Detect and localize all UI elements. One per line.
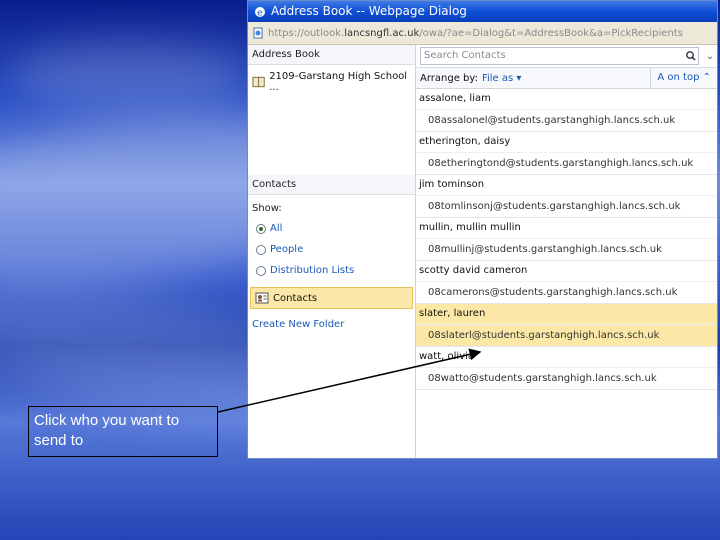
contacts-folder[interactable]: Contacts [250, 287, 413, 309]
dialog-titlebar[interactable]: e Address Book -- Webpage Dialog [248, 1, 717, 22]
contact-name[interactable]: watt, olivia [416, 347, 717, 368]
filter-people-label: People [270, 244, 304, 255]
contact-email[interactable]: 08camerons@students.garstanghigh.lancs.s… [416, 282, 717, 304]
chevron-down-icon[interactable]: ⌄ [703, 51, 717, 62]
contact-email[interactable]: 08etheringtond@students.garstanghigh.lan… [416, 153, 717, 175]
show-label: Show: [252, 203, 282, 214]
contact-row[interactable]: scotty david cameron 08camerons@students.… [416, 261, 717, 304]
page-icon [253, 27, 263, 39]
create-new-folder-link[interactable]: Create New Folder [248, 309, 415, 340]
contacts-header: Contacts [248, 175, 415, 195]
url-text: https://outlook.lancsngfl.ac.uk/owa/?ae=… [268, 27, 683, 39]
contact-row[interactable]: etherington, daisy 08etheringtond@student… [416, 132, 717, 175]
address-book-item[interactable]: 2109-Garstang High School ... [248, 65, 415, 99]
address-book-header: Address Book [248, 45, 415, 65]
svg-text:e: e [257, 8, 263, 18]
dialog-title: Address Book -- Webpage Dialog [271, 4, 467, 18]
arrange-dropdown[interactable]: File as ▾ [482, 73, 521, 84]
radio-all[interactable] [256, 223, 266, 234]
contact-email[interactable]: 08slaterl@students.garstanghigh.lancs.sc… [416, 325, 717, 347]
contacts-card-icon [255, 292, 269, 304]
contact-name[interactable]: assalone, liam [416, 89, 717, 110]
contact-row[interactable]: mullin, mullin mullin 08mullinj@students.… [416, 218, 717, 261]
radio-people[interactable] [256, 244, 266, 255]
contact-name[interactable]: etherington, daisy [416, 132, 717, 153]
address-book-dialog: e Address Book -- Webpage Dialog https:/… [247, 0, 718, 459]
filter-people[interactable]: People [248, 239, 415, 260]
contact-email[interactable]: 08assalonel@students.garstanghigh.lancs.… [416, 110, 717, 132]
instruction-callout: Click who you want to send to [28, 406, 218, 457]
arrange-label: Arrange by: [420, 72, 478, 84]
contact-list: assalone, liam 08assalonel@students.garst… [416, 89, 717, 390]
contact-email[interactable]: 08tomlinsonj@students.garstanghigh.lancs… [416, 196, 717, 218]
address-bar: https://outlook.lancsngfl.ac.uk/owa/?ae=… [248, 22, 717, 45]
contact-email[interactable]: 08mullinj@students.garstanghigh.lancs.sc… [416, 239, 717, 261]
ie-icon: e [255, 6, 265, 18]
arrange-bar: Arrange by: File as ▾ A on top ⌃ [416, 68, 717, 89]
address-book-icon [252, 76, 265, 88]
contact-row[interactable]: assalone, liam 08assalonel@students.garst… [416, 89, 717, 132]
contacts-folder-label: Contacts [273, 292, 318, 304]
contact-row[interactable]: slater, lauren 08slaterl@students.garstan… [416, 304, 717, 347]
contact-name[interactable]: jim tominson [416, 175, 717, 196]
filter-distribution-lists[interactable]: Distribution Lists [248, 260, 415, 281]
contact-name[interactable]: slater, lauren [416, 304, 717, 325]
contact-email[interactable]: 08watto@students.garstanghigh.lancs.sch.… [416, 368, 717, 390]
contact-name[interactable]: mullin, mullin mullin [416, 218, 717, 239]
filter-all[interactable]: All [248, 218, 415, 239]
address-book-item-label: 2109-Garstang High School ... [269, 71, 408, 93]
contact-name[interactable]: scotty david cameron [416, 261, 717, 282]
contact-row[interactable]: jim tominson 08tomlinsonj@students.garsta… [416, 175, 717, 218]
left-pane: Address Book 2109-Garstang High School .… [248, 45, 416, 458]
radio-distribution-lists[interactable] [256, 265, 266, 276]
contact-row[interactable]: watt, olivia 08watto@students.garstanghig… [416, 347, 717, 390]
sort-order-button[interactable]: A on top ⌃ [650, 68, 717, 88]
search-icon[interactable] [684, 50, 698, 62]
search-input[interactable]: Search Contacts [420, 47, 699, 65]
search-bar: Search Contacts ⌄ [416, 45, 717, 68]
filter-all-label: All [270, 223, 283, 234]
right-pane: Search Contacts ⌄ Arrange by: File as ▾ … [416, 45, 717, 458]
filter-distribution-lists-label: Distribution Lists [270, 265, 355, 276]
search-placeholder: Search Contacts [424, 50, 506, 61]
